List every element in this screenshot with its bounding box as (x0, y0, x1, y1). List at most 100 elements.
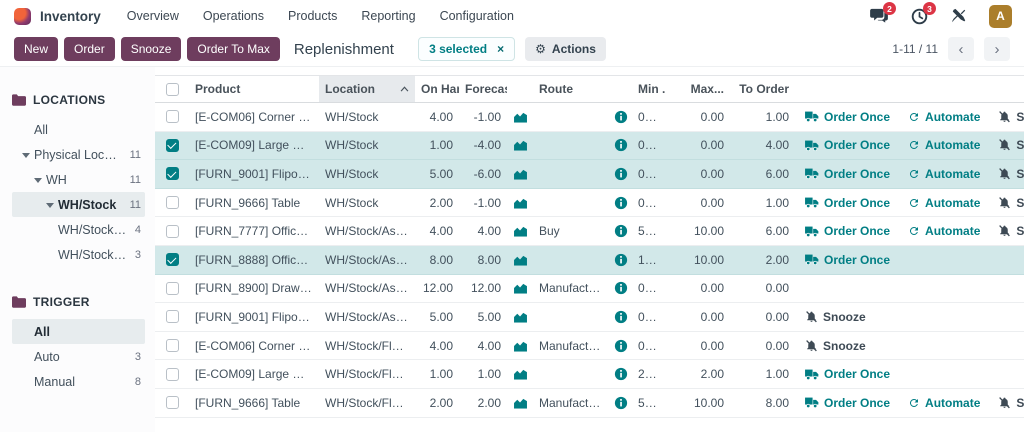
snooze-button[interactable]: Snooze (998, 396, 1024, 410)
forecast-chart-icon[interactable] (507, 111, 533, 123)
automate-button[interactable]: Automate (908, 396, 980, 410)
order-once-button[interactable]: Order Once (805, 167, 890, 181)
locations-item-physical-locations[interactable]: Physical Locations 11 (12, 142, 145, 167)
messages-icon[interactable]: 2 (869, 6, 889, 26)
automate-button[interactable]: Automate (908, 224, 980, 238)
product-cell[interactable]: [E-COM09] Large Desk (189, 367, 319, 381)
header-max[interactable]: Max... (666, 82, 730, 96)
snooze-button[interactable]: Snooze (805, 310, 866, 324)
automate-button[interactable]: Automate (908, 167, 980, 181)
info-icon[interactable] (610, 367, 632, 381)
app-name[interactable]: Inventory (40, 9, 101, 24)
row-checkbox[interactable] (166, 396, 179, 409)
order-once-button[interactable]: Order Once (805, 196, 890, 210)
to-order-cell[interactable]: 6.00 (730, 224, 795, 238)
info-icon[interactable] (610, 167, 632, 181)
table-row[interactable]: [E-COM06] Corner Desk ... WH/Stock 4.00 … (155, 103, 1024, 132)
actions-button[interactable]: ⚙ Actions (525, 37, 606, 61)
snooze-button[interactable]: Snooze (121, 37, 182, 61)
table-row[interactable]: [FURN_9001] Flipover WH/Stock/Asse... 5.… (155, 303, 1024, 332)
forecast-chart-icon[interactable] (507, 168, 533, 180)
table-row[interactable]: [FURN_9666] Table WH/Stock/Flat P... 2.0… (155, 389, 1024, 418)
info-icon[interactable] (610, 339, 632, 353)
snooze-button[interactable]: Snooze (998, 224, 1024, 238)
locations-item-wh-stock-asse-[interactable]: WH/Stock/Asse... 4 (12, 217, 145, 242)
info-icon[interactable] (610, 396, 632, 410)
to-order-cell[interactable]: 1.00 (730, 367, 795, 381)
table-row[interactable]: [E-COM09] Large Desk WH/Stock/Flat P... … (155, 360, 1024, 389)
row-checkbox[interactable] (166, 225, 179, 238)
header-min[interactable]: Min ... (632, 82, 666, 96)
to-order-cell[interactable]: 1.00 (730, 196, 795, 210)
tree-caret-icon[interactable] (22, 152, 34, 158)
to-order-cell[interactable]: 2.00 (730, 253, 795, 267)
table-row[interactable]: [FURN_8900] Drawer Black WH/Stock/Asse..… (155, 275, 1024, 304)
menu-products[interactable]: Products (288, 9, 337, 23)
table-row[interactable]: [FURN_7777] Office Chair WH/Stock/Asse..… (155, 217, 1024, 246)
info-icon[interactable] (610, 196, 632, 210)
header-route[interactable]: Route (533, 82, 610, 96)
row-checkbox[interactable] (166, 368, 179, 381)
product-cell[interactable]: [E-COM06] Corner Desk ... (189, 339, 319, 353)
row-checkbox[interactable] (166, 310, 179, 323)
tree-caret-icon[interactable] (34, 177, 46, 183)
to-order-cell[interactable]: 6.00 (730, 167, 795, 181)
forecast-chart-icon[interactable] (507, 397, 533, 409)
to-order-cell[interactable]: 4.00 (730, 138, 795, 152)
to-order-cell[interactable]: 1.00 (730, 110, 795, 124)
menu-overview[interactable]: Overview (127, 9, 179, 23)
forecast-chart-icon[interactable] (507, 254, 533, 266)
header-on-hand[interactable]: On Hand (415, 82, 459, 96)
locations-item-wh-stock[interactable]: WH/Stock 11 (12, 192, 145, 217)
product-cell[interactable]: [FURN_9001] Flipover (189, 310, 319, 324)
order-button[interactable]: Order (64, 37, 115, 61)
forecast-chart-icon[interactable] (507, 282, 533, 294)
clear-selection-icon[interactable]: × (497, 42, 504, 56)
to-order-cell[interactable]: 0.00 (730, 339, 795, 353)
forecast-chart-icon[interactable] (507, 368, 533, 380)
table-row[interactable]: [FURN_9001] Flipover WH/Stock 5.00 -6.00… (155, 160, 1024, 189)
product-cell[interactable]: [FURN_9001] Flipover (189, 167, 319, 181)
to-order-cell[interactable]: 0.00 (730, 281, 795, 295)
info-icon[interactable] (610, 138, 632, 152)
product-cell[interactable]: [FURN_8900] Drawer Black (189, 281, 319, 295)
row-checkbox[interactable] (166, 196, 179, 209)
snooze-button[interactable]: Snooze (998, 167, 1024, 181)
table-row[interactable]: [FURN_9666] Table WH/Stock 2.00 -1.00 0.… (155, 189, 1024, 218)
forecast-chart-icon[interactable] (507, 311, 533, 323)
order-once-button[interactable]: Order Once (805, 138, 890, 152)
table-row[interactable]: [E-COM09] Large Desk WH/Stock 1.00 -4.00… (155, 132, 1024, 161)
user-avatar[interactable]: A (989, 5, 1012, 28)
forecast-chart-icon[interactable] (507, 340, 533, 352)
info-icon[interactable] (610, 281, 632, 295)
locations-item-all[interactable]: All (12, 117, 145, 142)
row-checkbox[interactable] (166, 339, 179, 352)
order-once-button[interactable]: Order Once (805, 396, 890, 410)
automate-button[interactable]: Automate (908, 196, 980, 210)
order-once-button[interactable]: Order Once (805, 367, 890, 381)
row-checkbox[interactable] (166, 139, 179, 152)
snooze-button[interactable]: Snooze (805, 339, 866, 353)
automate-button[interactable]: Automate (908, 110, 980, 124)
forecast-chart-icon[interactable] (507, 225, 533, 237)
table-row[interactable]: [E-COM06] Corner Desk ... WH/Stock/Flat … (155, 332, 1024, 361)
order-once-button[interactable]: Order Once (805, 110, 890, 124)
snooze-button[interactable]: Snooze (998, 138, 1024, 152)
tree-caret-icon[interactable] (46, 202, 58, 208)
header-forecast[interactable]: Forecast (459, 82, 507, 96)
product-cell[interactable]: [FURN_9666] Table (189, 196, 319, 210)
to-order-cell[interactable]: 8.00 (730, 396, 795, 410)
header-to-order[interactable]: To Order (730, 82, 795, 96)
trigger-item-manual[interactable]: Manual 8 (12, 369, 145, 394)
menu-reporting[interactable]: Reporting (361, 9, 415, 23)
order-once-button[interactable]: Order Once (805, 253, 890, 267)
snooze-button[interactable]: Snooze (998, 196, 1024, 210)
info-icon[interactable] (610, 110, 632, 124)
row-checkbox[interactable] (166, 253, 179, 266)
product-cell[interactable]: [E-COM06] Corner Desk ... (189, 110, 319, 124)
product-cell[interactable]: [E-COM09] Large Desk (189, 138, 319, 152)
product-cell[interactable]: [FURN_7777] Office Chair (189, 224, 319, 238)
locations-item-wh-stock-flat-p-[interactable]: WH/Stock/Flat P... 3 (12, 242, 145, 267)
row-checkbox[interactable] (166, 167, 179, 180)
activities-clock-icon[interactable]: 3 (909, 6, 929, 26)
